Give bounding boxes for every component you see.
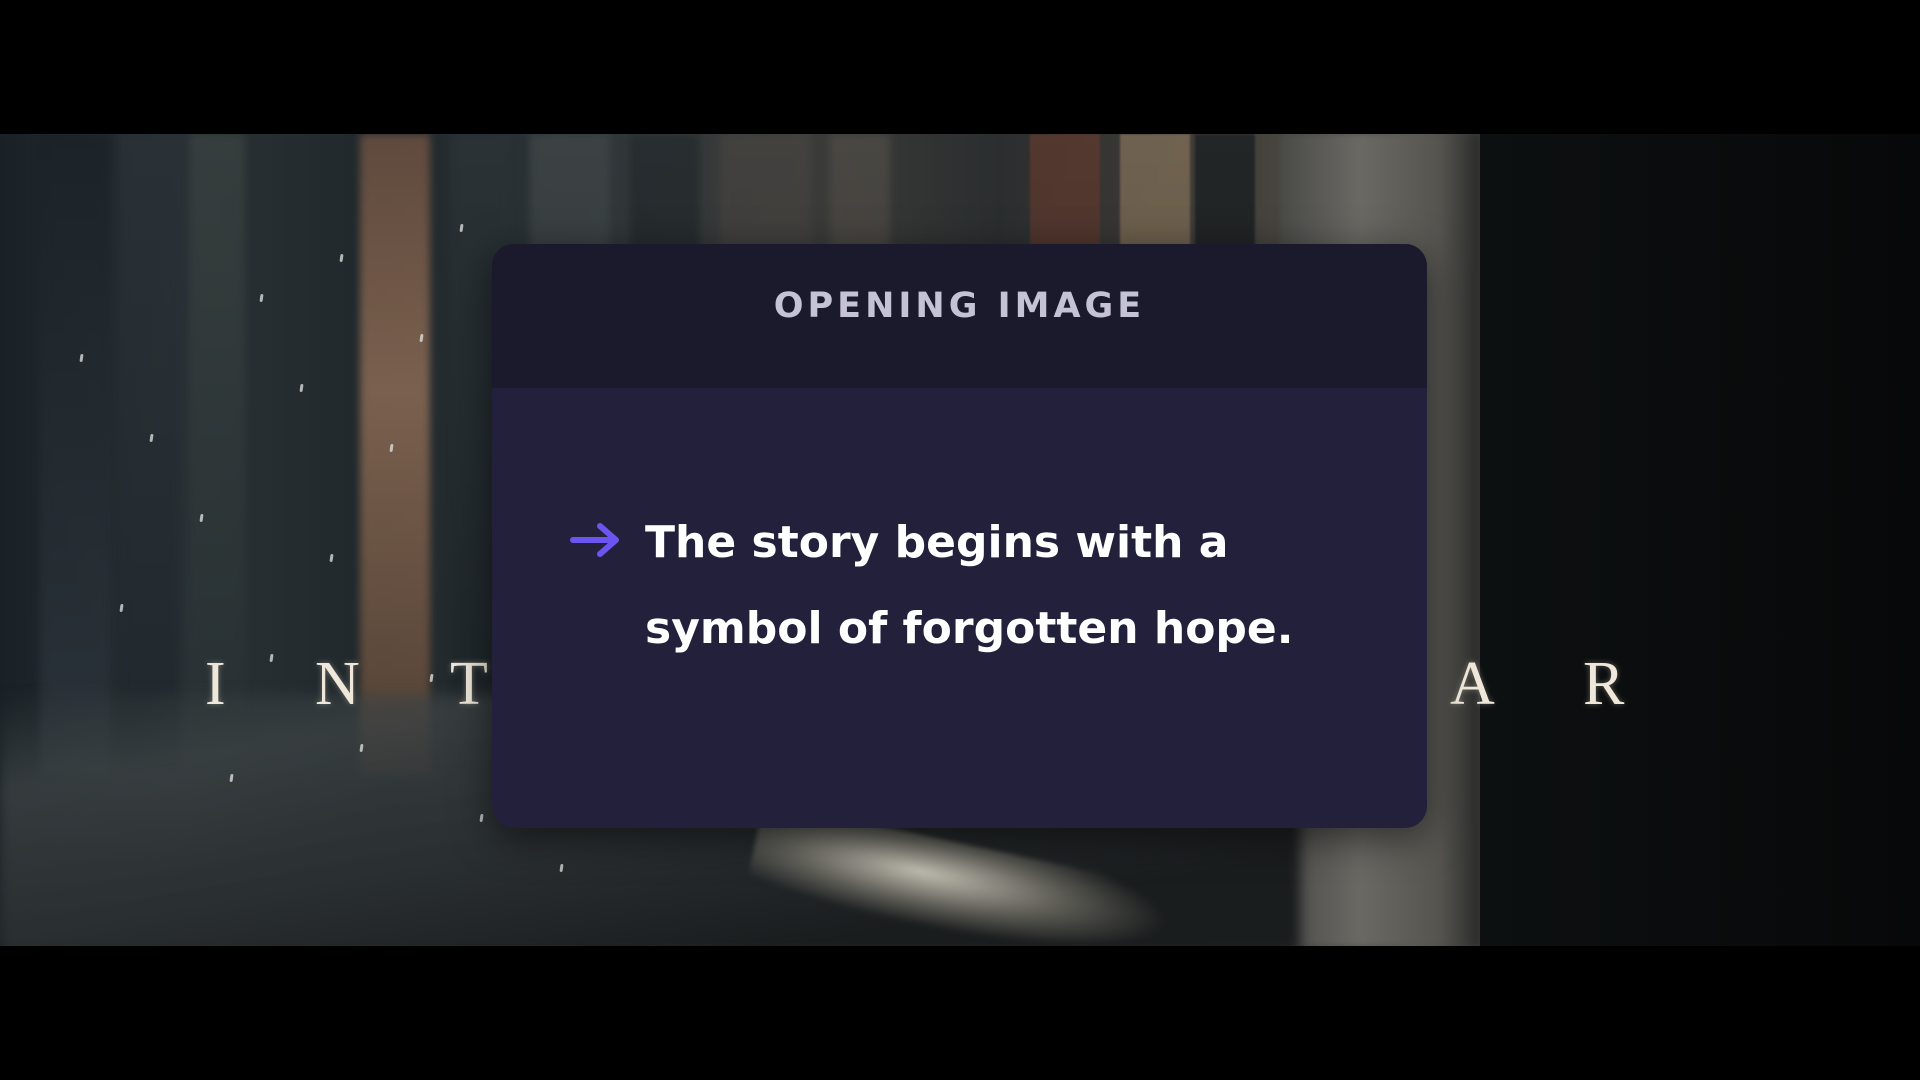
book-spine bbox=[360, 134, 430, 774]
movie-title-letter: T bbox=[450, 650, 488, 718]
dark-shadow bbox=[1480, 134, 1920, 946]
video-stage: I N T A R OPENING IMAGE The story begins… bbox=[0, 0, 1920, 1080]
movie-title-letter: I bbox=[205, 650, 226, 718]
dust-speck bbox=[339, 253, 344, 263]
beat-card: OPENING IMAGE The story begins with a sy… bbox=[492, 244, 1427, 828]
movie-title-letter: A bbox=[1450, 650, 1495, 718]
beat-description-line: symbol of forgotten hope. bbox=[645, 603, 1294, 654]
beat-card-body: The story begins with a symbol of forgot… bbox=[492, 388, 1427, 828]
right-arrow-icon bbox=[570, 523, 619, 557]
beat-card-header: OPENING IMAGE bbox=[492, 244, 1427, 388]
dust-speck bbox=[329, 553, 334, 563]
dust-speck bbox=[429, 673, 434, 683]
beat-description: The story begins with a symbol of forgot… bbox=[645, 500, 1385, 672]
movie-title-letter: R bbox=[1583, 650, 1625, 718]
dust-speck bbox=[259, 293, 264, 303]
dust-speck bbox=[269, 653, 274, 663]
movie-title-letter: N bbox=[315, 650, 360, 718]
dust-speck bbox=[299, 383, 304, 393]
book-spine bbox=[40, 134, 110, 774]
book-spine bbox=[120, 134, 180, 774]
beat-card-title: OPENING IMAGE bbox=[773, 286, 1146, 326]
beat-description-line: The story begins with a bbox=[645, 517, 1229, 568]
